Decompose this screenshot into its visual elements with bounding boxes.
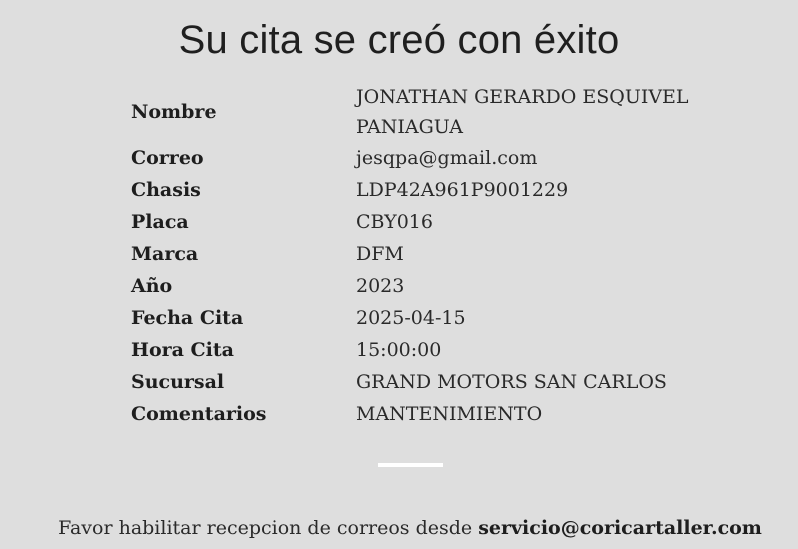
detail-row-ano: Año 2023 <box>131 270 711 302</box>
detail-value: 2025-04-15 <box>356 307 466 329</box>
detail-value: 2023 <box>356 275 405 297</box>
detail-label: Sucursal <box>131 371 225 393</box>
detail-value: 15:00:00 <box>356 339 442 361</box>
detail-value: jesqpa@gmail.com <box>356 147 538 169</box>
detail-label: Correo <box>131 147 204 169</box>
detail-value: MANTENIMIENTO <box>356 403 543 425</box>
detail-row-fecha-cita: Fecha Cita 2025-04-15 <box>131 302 711 334</box>
detail-label: Marca <box>131 243 199 265</box>
detail-label: Comentarios <box>131 403 267 425</box>
detail-value: GRAND MOTORS SAN CARLOS <box>356 371 667 393</box>
detail-row-placa: Placa CBY016 <box>131 206 711 238</box>
page-title: Su cita se creó con éxito <box>178 18 620 62</box>
detail-value: CBY016 <box>356 211 433 233</box>
detail-row-hora-cita: Hora Cita 15:00:00 <box>131 334 711 366</box>
section-divider <box>378 463 443 467</box>
email-notice: Favor habilitar recepcion de correos des… <box>0 517 798 539</box>
detail-value: DFM <box>356 243 404 265</box>
appointment-details-table: Nombre JONATHAN GERARDO ESQUIVEL PANIAGU… <box>131 82 711 430</box>
detail-row-sucursal: Sucursal GRAND MOTORS SAN CARLOS <box>131 366 711 398</box>
detail-value: LDP42A961P9001229 <box>356 179 569 201</box>
detail-row-nombre: Nombre JONATHAN GERARDO ESQUIVEL PANIAGU… <box>131 82 711 142</box>
detail-row-chasis: Chasis LDP42A961P9001229 <box>131 174 711 206</box>
email-notice-text: Favor habilitar recepcion de correos des… <box>58 517 479 539</box>
detail-value: JONATHAN GERARDO ESQUIVEL PANIAGUA <box>356 86 689 138</box>
service-email: servicio@coricartaller.com <box>478 517 762 539</box>
detail-label: Nombre <box>131 101 217 123</box>
detail-row-marca: Marca DFM <box>131 238 711 270</box>
detail-row-comentarios: Comentarios MANTENIMIENTO <box>131 398 711 430</box>
detail-label: Hora Cita <box>131 339 234 361</box>
detail-row-correo: Correo jesqpa@gmail.com <box>131 142 711 174</box>
detail-label: Fecha Cita <box>131 307 244 329</box>
detail-label: Chasis <box>131 179 201 201</box>
detail-label: Año <box>131 275 173 297</box>
detail-label: Placa <box>131 211 189 233</box>
